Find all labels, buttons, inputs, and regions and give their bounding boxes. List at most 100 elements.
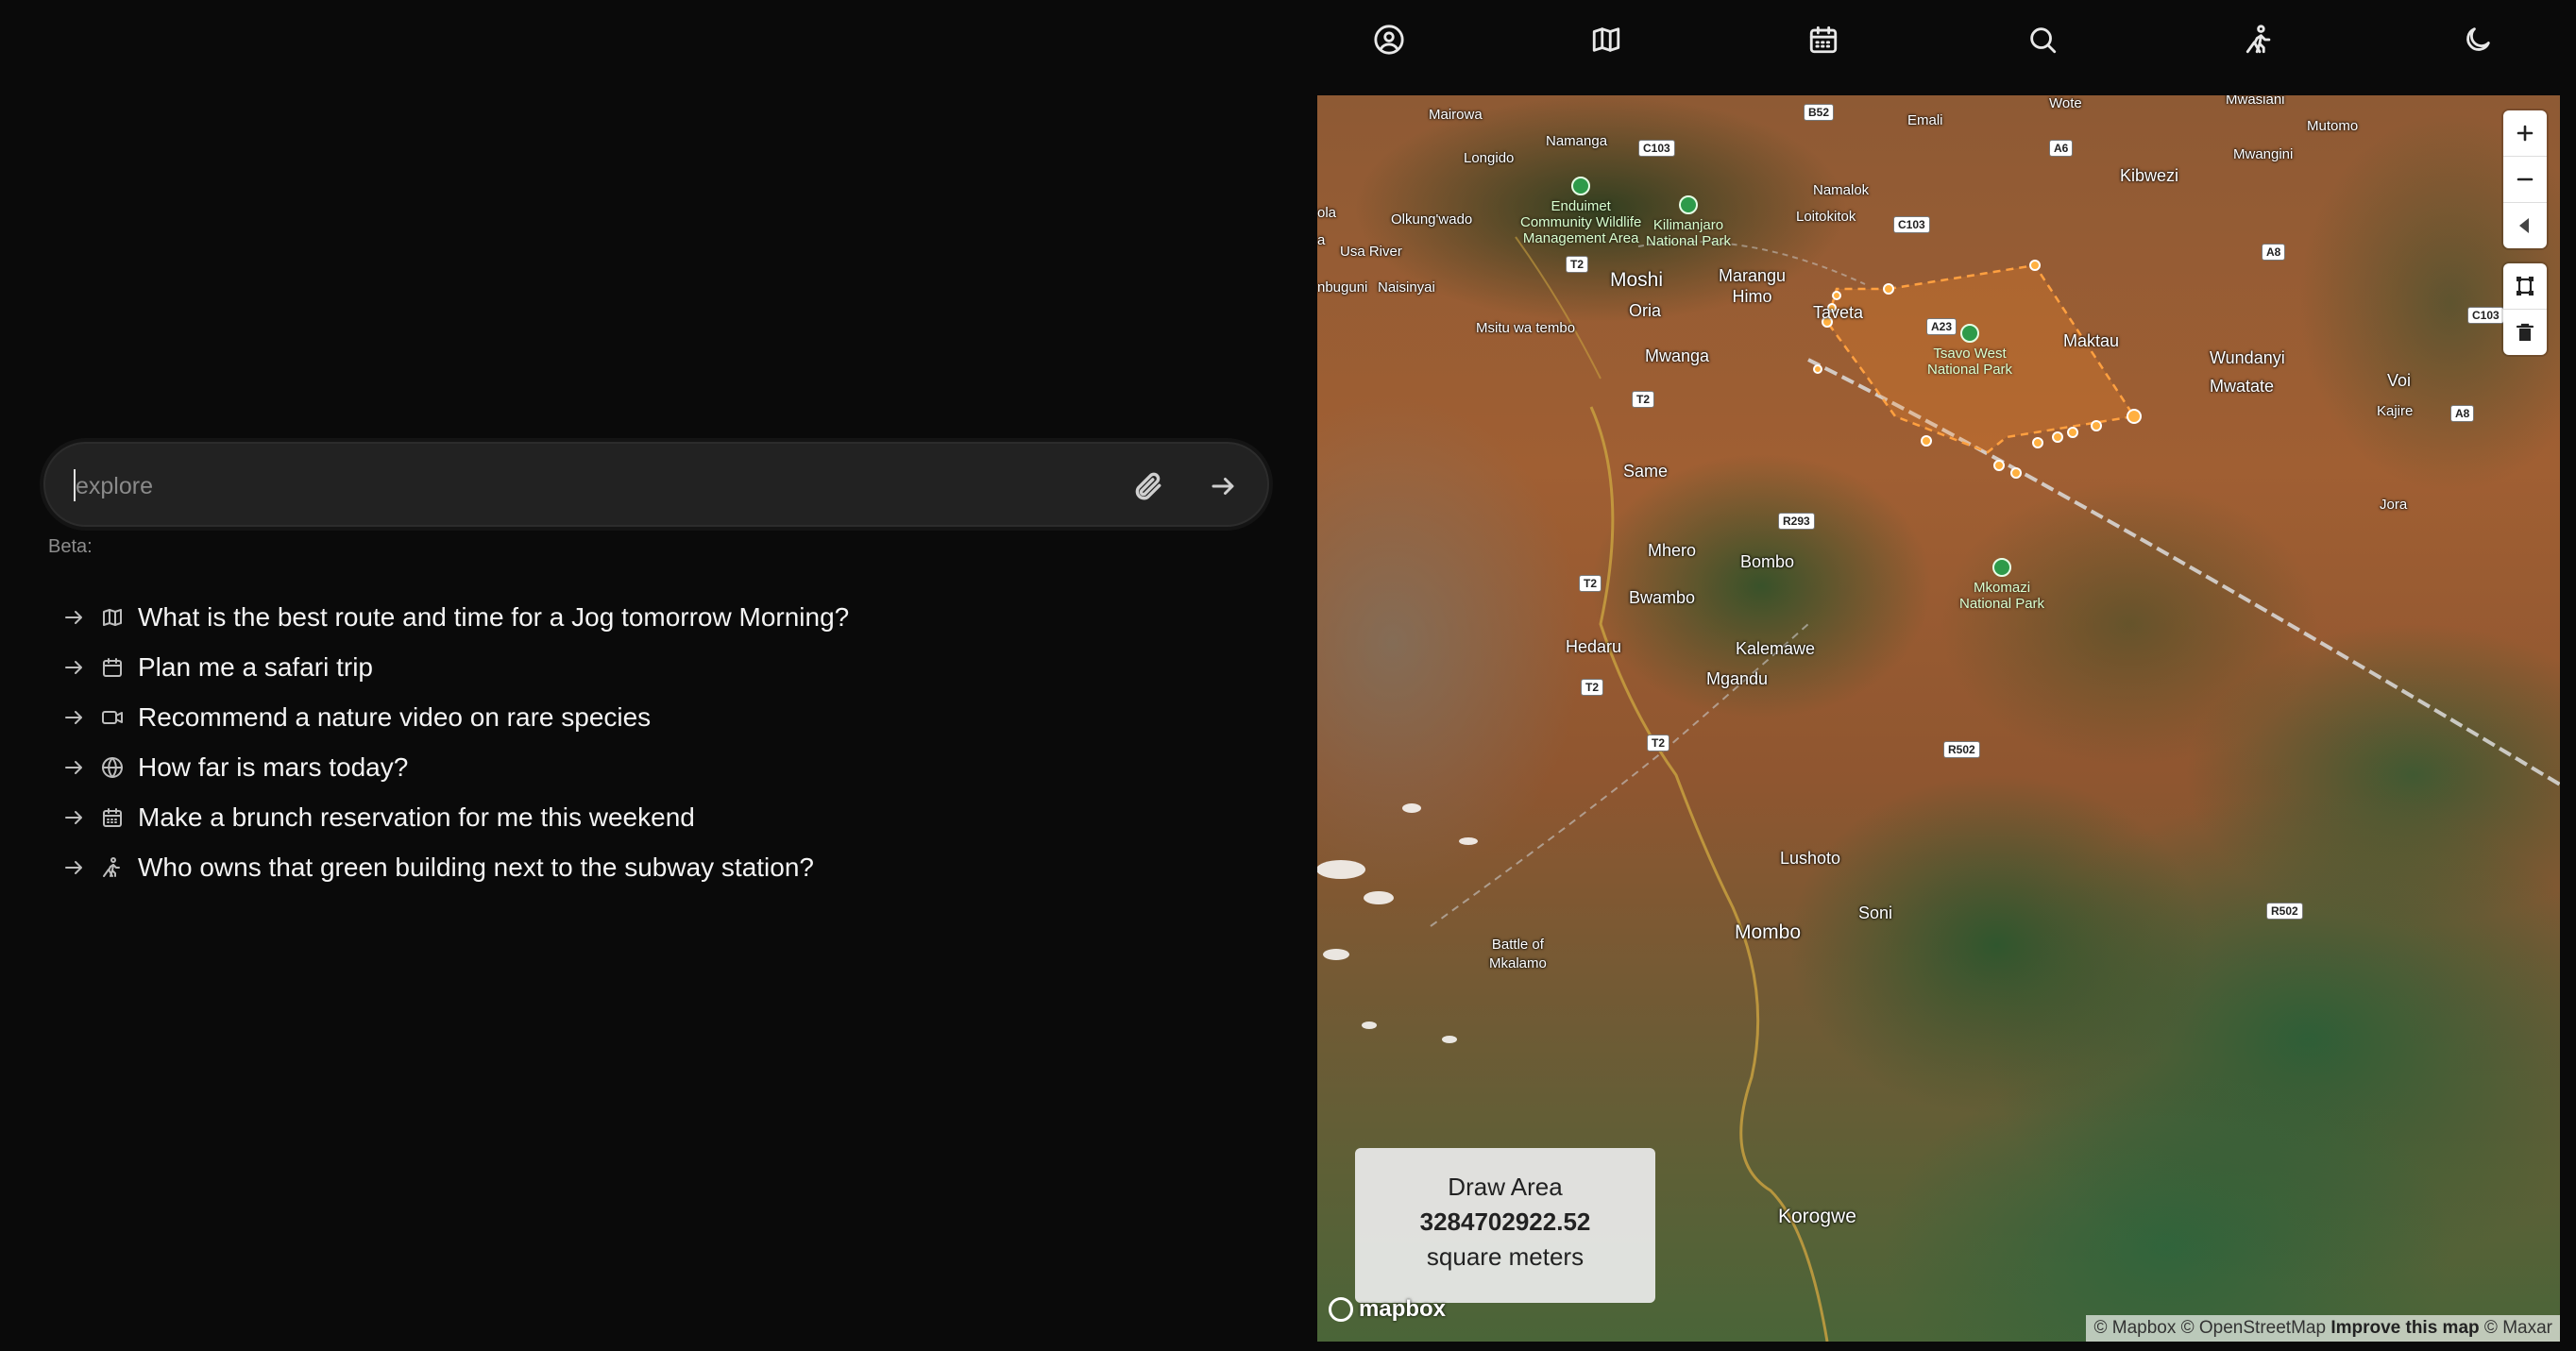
suggestion-item[interactable]: How far is mars today? [57,742,849,792]
road-shield: A6 [2049,140,2074,157]
place-label: Mhero [1648,541,1697,560]
place-label: Jora [2380,497,2408,513]
plus-icon [2517,125,2534,142]
park-label: Mkomazi National Park [1959,580,2045,612]
suggestion-text: What is the best route and time for a Jo… [138,601,850,632]
place-label: Wundanyi [2210,348,2285,367]
suggestion-list: What is the best route and time for a Jo… [57,592,849,892]
park-pin-icon [1992,558,2012,577]
chat-input-container [43,442,1269,527]
text-caret [74,469,76,501]
place-label: Naisinyai [1378,279,1435,296]
road-shield: T2 [1647,735,1670,751]
mapbox-logo[interactable]: mapbox [1329,1296,1446,1323]
suggestion-text: How far is mars today? [138,751,409,782]
hiker-icon[interactable] [2239,19,2280,60]
place-label: Wote [2049,95,2082,111]
park-label: Enduimet Community Wildlife Management A… [1520,198,1642,246]
place-label: Voi [2387,371,2412,390]
suggestion-text: Who owns that green building next to the… [138,852,814,882]
paperclip-icon[interactable] [1127,466,1167,506]
place-label: Same [1623,462,1669,481]
user-circle-icon[interactable] [1368,19,1410,60]
map-icon[interactable] [1585,19,1627,60]
road-shield: T2 [1566,256,1589,273]
place-label: Mwanga [1645,346,1710,365]
calendar-icon [94,656,130,679]
draw-area-value: 3284702922.52 [1419,1207,1591,1236]
park-pin-icon [1571,177,1591,195]
place-label: Msitu wa tembo [1476,320,1576,336]
draw-polygon-button[interactable] [2503,263,2547,310]
search-icon[interactable] [2022,19,2063,60]
polygon-icon [2517,277,2534,296]
place-label: Moshi [1610,269,1664,291]
calendar-icon[interactable] [1803,19,1844,60]
suggestion-item[interactable]: Plan me a safari trip [57,642,849,692]
place-label: Lushoto [1780,849,1841,868]
road-shield: B52 [1804,104,1835,121]
suggestion-item[interactable]: Recommend a nature video on rare species [57,692,849,742]
park-label: Kilimanjaro National Park [1646,217,1732,249]
place-label: Soni [1858,903,1893,922]
place-label: Emali [1907,112,1943,128]
place-label: Bombo [1740,552,1795,571]
chat-input[interactable] [74,464,1097,508]
suggestion-text: Recommend a nature video on rare species [138,701,652,732]
suggestion-item[interactable]: Make a brunch reservation for me this we… [57,792,849,842]
place-label: ola [1317,205,1337,221]
beta-label: Beta: [48,536,93,557]
zoom-controls [2503,110,2547,248]
place-label: Mairowa [1429,107,1483,123]
place-label: Mwasiani [2226,95,2285,108]
arrow-right-icon [57,806,91,829]
suggestion-item[interactable]: What is the best route and time for a Jo… [57,592,849,642]
improve-map-link[interactable]: Improve this map [2330,1318,2479,1338]
moon-icon[interactable] [2457,19,2499,60]
road-shield: R502 [2266,903,2303,920]
place-label: Bwambo [1629,588,1696,607]
minus-icon [2517,177,2534,181]
place-label: Kalemawe [1736,639,1816,658]
mapbox-logo-text: mapbox [1359,1296,1447,1322]
suggestion-item[interactable]: Who owns that green building next to the… [57,842,849,892]
draw-controls [2503,263,2547,355]
place-label: Taveta [1813,303,1864,322]
place-label: Usa River [1340,244,1402,260]
video-icon [94,706,130,729]
park-label: Tsavo West National Park [1927,346,2013,378]
place-label: Namalok [1813,182,1870,198]
place-label: Oria [1629,301,1662,320]
park-marker[interactable]: Enduimet Community Wildlife Management A… [1520,177,1641,246]
send-arrow-icon[interactable] [1203,466,1243,506]
draw-area-unit: square meters [1426,1242,1585,1271]
place-label: Mgandu [1706,669,1769,688]
road-shield: A8 [2450,405,2475,422]
mapbox-logo-icon [1329,1297,1353,1322]
delete-shape-button[interactable] [2503,310,2547,355]
place-label: Mwangini [2233,146,2294,162]
draw-area-panel: Draw Area 3284702922.52 square meters [1355,1148,1655,1303]
park-marker[interactable]: Kilimanjaro National Park [1646,195,1731,249]
place-label: nbuguni [1317,279,1368,296]
globe-icon [94,756,130,779]
road-shield: C103 [2467,307,2504,324]
compass-button[interactable] [2503,203,2547,248]
road-shield: R293 [1778,513,1815,530]
place-label: Olkung'wado [1391,211,1473,228]
place-label: Mombo [1735,921,1802,943]
place-label: Hedaru [1566,637,1622,656]
place-label: Kibwezi [2120,166,2179,185]
attribution-text: © Mapbox © OpenStreetMap [2093,1318,2331,1338]
place-label: Longido [1464,150,1515,166]
road-shield: C103 [1893,216,1930,233]
zoom-in-button[interactable] [2503,110,2547,157]
attribution-text: © Maxar [2479,1318,2552,1338]
map-icon [94,606,130,629]
map-attribution: © Mapbox © OpenStreetMap Improve this ma… [2086,1315,2560,1342]
park-pin-icon [1960,324,1980,343]
road-shield: C103 [1638,140,1675,157]
map-canvas[interactable]: Mairowa Namanga Longido Olkung'wado ola … [1317,95,2560,1342]
zoom-out-button[interactable] [2503,157,2547,203]
park-marker[interactable]: Mkomazi National Park [1959,558,2044,612]
